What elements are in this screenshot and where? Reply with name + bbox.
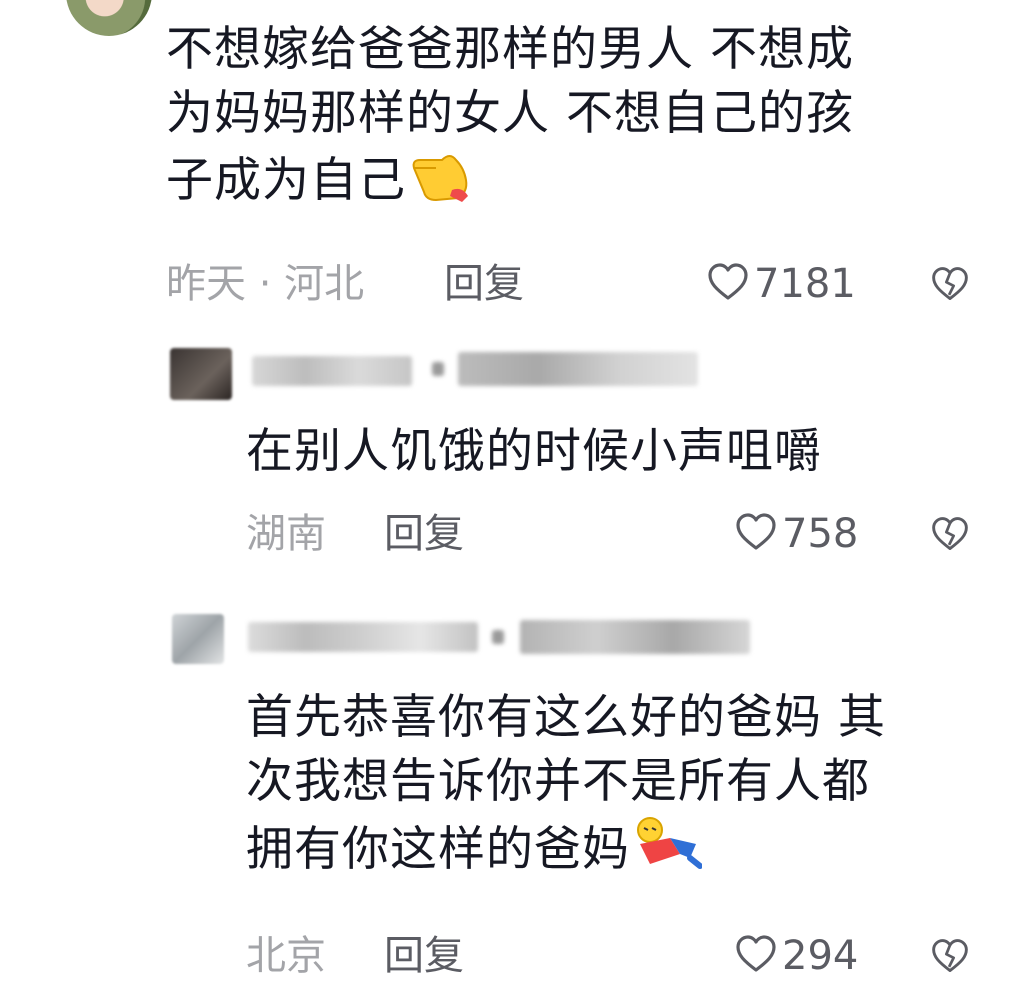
like-count: 758 [782,511,859,557]
reply-button[interactable]: 回复 [384,932,464,980]
broken-heart-icon [930,267,970,308]
comment-text: 不想嫁给爸爸那样的男人 不想成 为妈妈那样的女人 不想自己的孩 子成为自己 [166,18,986,221]
like-button[interactable]: 7181 [706,260,856,308]
username-blurred[interactable] [248,622,478,652]
reply-target-blurred[interactable] [458,352,698,386]
like-count: 294 [782,933,859,979]
broken-heart-icon [930,517,970,558]
comment-line: 首先恭喜你有这么好的爸妈 其 [246,690,886,745]
comment-line: 子成为自己 [166,146,986,221]
comment-line: 为妈妈那样的女人 不想自己的孩 [166,86,854,141]
comment-meta: 北京 [246,933,326,979]
comment-line: 拥有你这样的爸妈 [246,814,1006,891]
comment-line: 次我想告诉你并不是所有人都 [246,754,870,809]
broken-heart-icon [930,939,970,980]
heart-icon [734,934,782,978]
avatar[interactable] [66,0,152,36]
comment-text: 在别人饥饿的时候小声咀嚼 [246,420,822,484]
comment-text: 首先恭喜你有这么好的爸妈 其 次我想告诉你并不是所有人都 拥有你这样的爸妈 [246,686,1006,891]
comment-meta: 昨天 · 河北 [166,261,365,307]
separator-dot [492,630,504,644]
comment-line: 在别人饥饿的时候小声咀嚼 [246,424,822,479]
reply-avatar[interactable] [172,614,224,664]
username-blurred[interactable] [252,356,412,386]
separator-dot [432,362,444,376]
like-button[interactable]: 294 [734,932,858,980]
reply-avatar[interactable] [170,348,232,400]
comment-line: 不想嫁给爸爸那样的男人 不想成 [166,22,854,77]
dislike-button[interactable] [930,936,970,980]
dislike-button[interactable] [930,514,970,558]
like-button[interactable]: 758 [734,510,858,558]
dislike-button[interactable] [930,264,970,308]
reply-button[interactable]: 回复 [384,510,464,558]
reply-button[interactable]: 回复 [444,260,524,308]
heart-icon [734,512,782,556]
comment-meta: 湖南 [246,511,326,557]
pointing-hand-emoji [406,146,472,221]
heart-icon [706,262,754,306]
fallen-figure-emoji [630,814,703,891]
reply-target-blurred[interactable] [520,620,750,654]
like-count: 7181 [754,261,856,307]
